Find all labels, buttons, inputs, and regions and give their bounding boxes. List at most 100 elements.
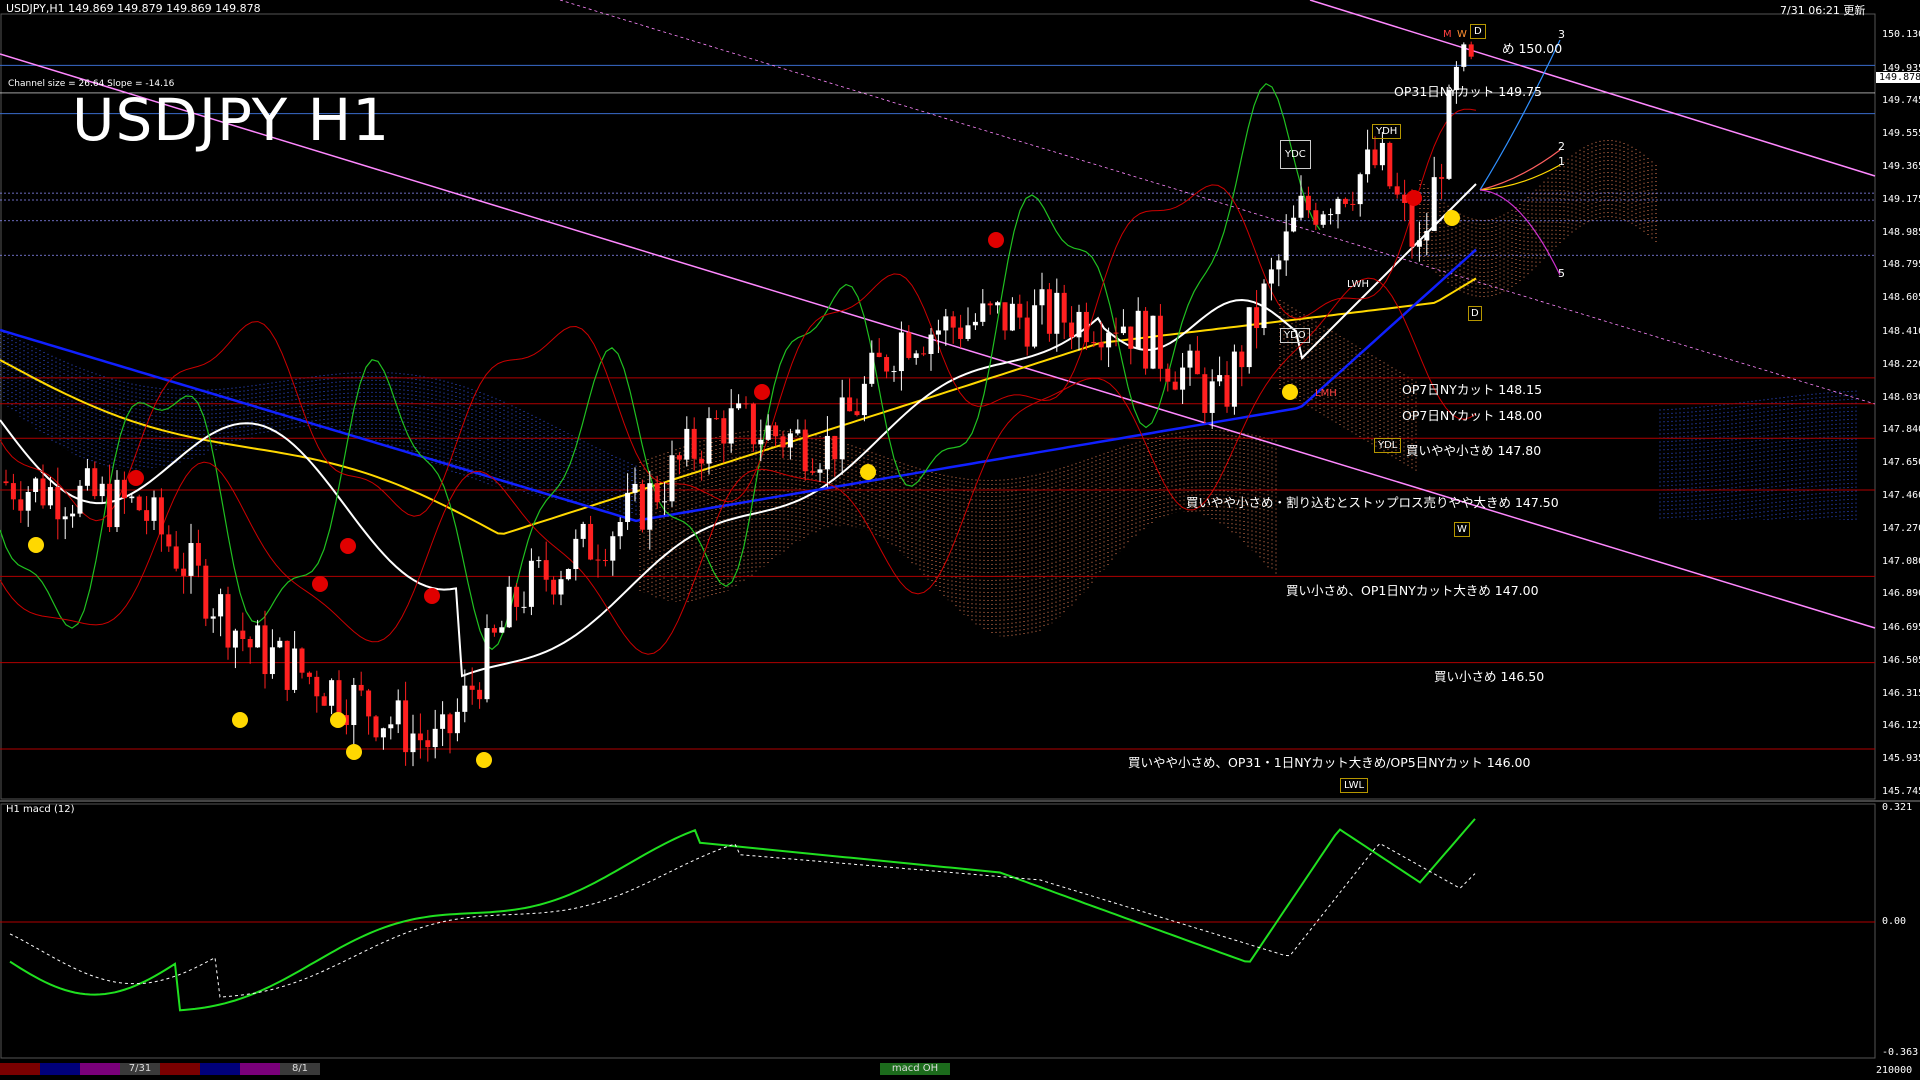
candle-bear xyxy=(55,487,61,520)
candle-bull xyxy=(824,435,830,470)
candle-bull xyxy=(269,647,275,675)
fib-label-2: 2 xyxy=(1558,140,1565,153)
candle-bear xyxy=(906,332,912,358)
candle-bull xyxy=(210,616,216,619)
candle-bull xyxy=(1039,289,1045,306)
candle-bull xyxy=(1187,350,1193,368)
candle-bear xyxy=(802,429,808,472)
candle-bull xyxy=(610,536,616,561)
candle-bull xyxy=(736,403,742,409)
fractal-low-marker xyxy=(1282,384,1298,400)
candle-bear xyxy=(884,357,890,372)
candle-bull xyxy=(1328,214,1334,216)
macd-axis-volume: 210000 xyxy=(1876,1065,1913,1076)
candle-bear xyxy=(847,397,853,412)
tag-ydc: YDC xyxy=(1280,140,1311,169)
candle-bull xyxy=(484,628,490,700)
candle-bear xyxy=(425,740,431,748)
price-tick: 147.840 xyxy=(1882,424,1920,436)
candle-bull xyxy=(1461,44,1467,67)
candle-bull xyxy=(1268,269,1274,284)
period-tab-bar[interactable]: 7/31 8/1 macd OH xyxy=(0,1063,950,1075)
candle-bear xyxy=(950,316,956,328)
candle-bear xyxy=(1069,322,1075,338)
period-tab[interactable]: 8/1 xyxy=(280,1063,320,1075)
candle-bull xyxy=(440,714,446,729)
price-tick: 148.220 xyxy=(1882,358,1920,370)
candle-bear xyxy=(1350,203,1356,205)
candle-bull xyxy=(869,352,875,384)
candle-bull xyxy=(395,700,401,725)
candle-bear xyxy=(721,418,727,444)
candle-bear xyxy=(691,428,697,459)
candle-bull xyxy=(1379,142,1385,166)
candle-bear xyxy=(10,483,16,500)
candle-bear xyxy=(921,353,927,355)
candle-bear xyxy=(336,680,342,716)
candle-bear xyxy=(447,714,453,734)
candle-bull xyxy=(1217,375,1223,382)
candle-bear xyxy=(639,483,645,530)
candle-bull xyxy=(84,468,90,486)
macd-frame xyxy=(0,803,1876,1059)
update-time: 7/31 06:21 更新 xyxy=(1780,4,1866,17)
candle-bear xyxy=(417,733,423,741)
candle-bear xyxy=(1372,149,1378,166)
candle-bull xyxy=(70,513,76,517)
candle-bear xyxy=(469,685,475,690)
candle-bull xyxy=(462,685,468,712)
tag-ydo: YDO xyxy=(1280,328,1310,343)
period-tab[interactable] xyxy=(40,1063,80,1075)
candle-bear xyxy=(3,481,9,484)
tag-lmh: LMH xyxy=(1315,388,1337,399)
candle-bear xyxy=(1172,381,1178,390)
candle-bear xyxy=(750,403,756,445)
tag-ydl: YDL xyxy=(1374,438,1402,453)
fractal-low-marker xyxy=(1444,210,1460,226)
fractal-high-marker xyxy=(424,588,440,604)
candle-bull xyxy=(817,469,823,473)
candle-bear xyxy=(1305,195,1311,211)
candle-bull xyxy=(943,316,949,331)
candle-bull xyxy=(329,680,335,706)
price-tick: 147.270 xyxy=(1882,522,1920,534)
period-tab[interactable]: 7/31 xyxy=(120,1063,160,1075)
note-148-00: OP7日NYカット 148.00 xyxy=(1402,408,1543,423)
candle-bear xyxy=(1202,374,1208,413)
macd-axis-bottom: -0.363 xyxy=(1882,1047,1919,1058)
period-tab[interactable] xyxy=(240,1063,280,1075)
candle-bull xyxy=(188,543,194,576)
price-tick: 148.605 xyxy=(1882,292,1920,304)
period-tab[interactable] xyxy=(80,1063,120,1075)
candle-bull xyxy=(151,497,157,521)
candle-bear xyxy=(876,352,882,358)
period-tab[interactable] xyxy=(160,1063,200,1075)
candle-bear xyxy=(1394,186,1400,195)
candle-bear xyxy=(551,579,557,595)
candle-bull xyxy=(62,516,68,520)
candle-bear xyxy=(743,403,749,405)
fib-label-1: 1 xyxy=(1558,155,1565,168)
note-147-80: 買いやや小さめ 147.80 xyxy=(1406,443,1542,458)
price-tick: 147.080 xyxy=(1882,555,1920,567)
candle-bull xyxy=(232,630,238,648)
candle-bear xyxy=(1409,202,1415,247)
candle-bull xyxy=(1335,198,1341,215)
fractal-low-marker xyxy=(28,537,44,553)
candle-bear xyxy=(240,630,246,640)
candle-bear xyxy=(1224,375,1230,407)
note-149-75: OP31日NYカット 149.75 xyxy=(1394,84,1542,99)
period-tab[interactable] xyxy=(200,1063,240,1075)
candle-bull xyxy=(758,439,764,445)
candle-bull xyxy=(728,408,734,444)
period-tab[interactable]: macd OH xyxy=(880,1063,950,1075)
candle-bear xyxy=(1002,302,1008,331)
note-150-00: め 150.00 xyxy=(1502,41,1563,56)
candle-bear xyxy=(1061,292,1067,323)
price-tick: 148.795 xyxy=(1882,259,1920,271)
price-chart[interactable] xyxy=(0,0,1920,1080)
candle-bear xyxy=(262,625,268,675)
price-tick: 148.410 xyxy=(1882,325,1920,337)
period-tab[interactable] xyxy=(0,1063,40,1075)
candle-bull xyxy=(573,538,579,570)
